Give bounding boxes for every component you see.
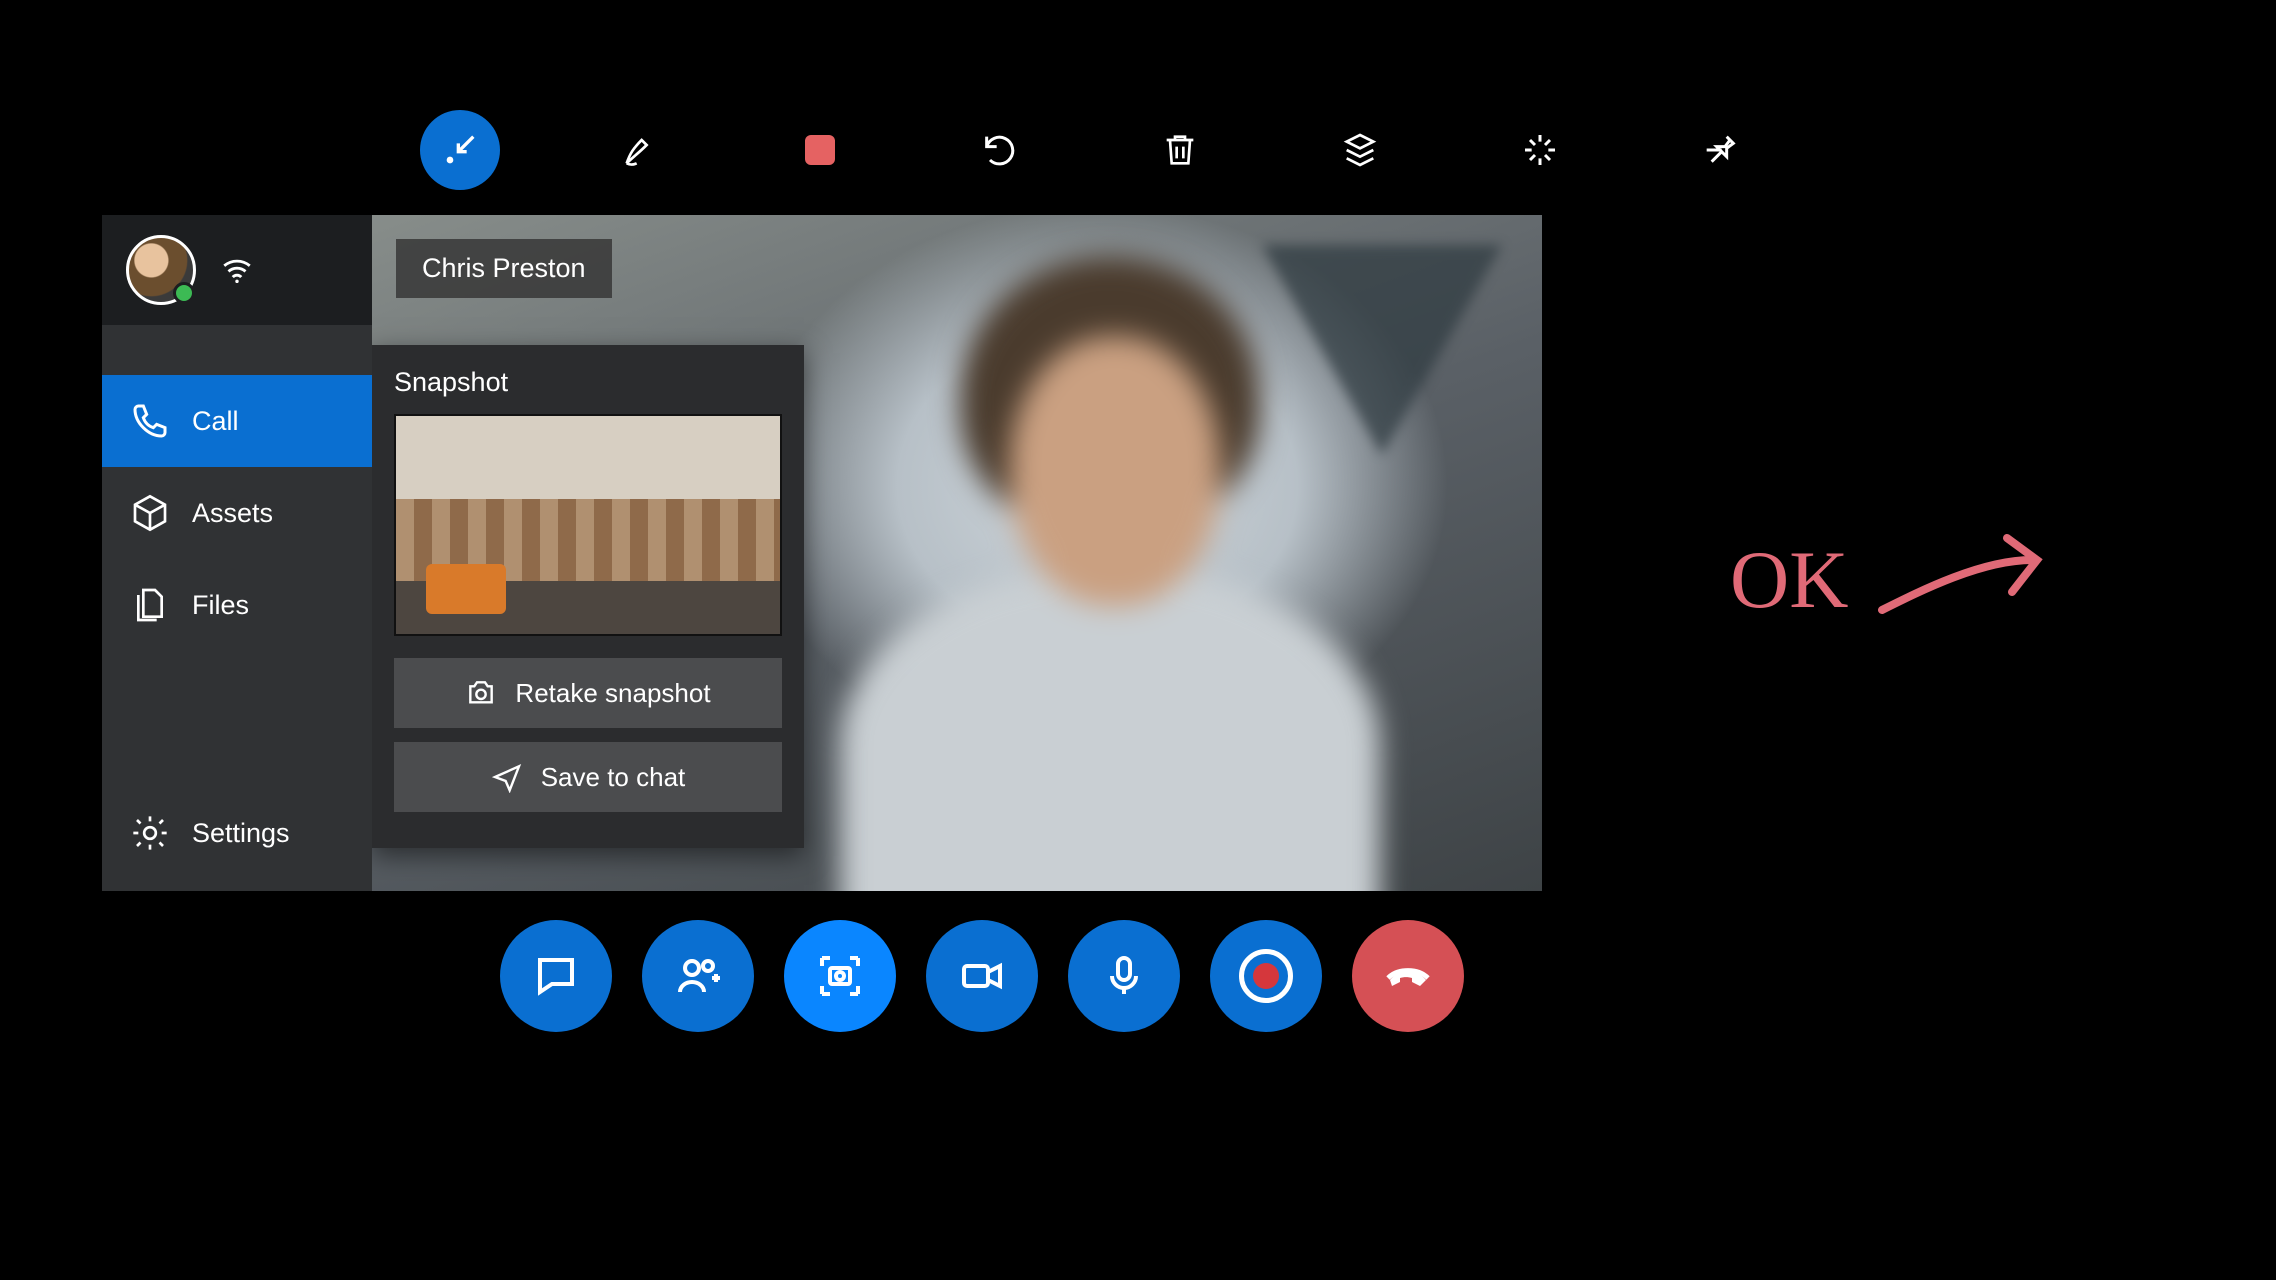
trash-icon xyxy=(1160,130,1200,170)
snapshot-panel: Snapshot Retake snapshot Save to chat xyxy=(372,345,804,848)
files-icon xyxy=(130,585,170,625)
expand-button[interactable] xyxy=(1500,110,1580,190)
video-icon xyxy=(958,952,1006,1000)
stop-recording-icon xyxy=(805,135,835,165)
sidebar-item-call[interactable]: Call xyxy=(102,375,372,467)
video-feed: Chris Preston Snapshot Retake snapshot S… xyxy=(372,215,1542,891)
phone-icon xyxy=(130,401,170,441)
record-icon xyxy=(1239,949,1293,1003)
layers-button[interactable] xyxy=(1320,110,1400,190)
pen-button[interactable] xyxy=(600,110,680,190)
pen-icon xyxy=(620,130,660,170)
package-icon xyxy=(130,493,170,533)
hang-up-icon xyxy=(1384,952,1432,1000)
add-people-button[interactable] xyxy=(642,920,754,1032)
participant-name-tag: Chris Preston xyxy=(396,239,612,298)
retake-snapshot-button[interactable]: Retake snapshot xyxy=(394,658,782,728)
undo-icon xyxy=(980,130,1020,170)
save-to-chat-label: Save to chat xyxy=(541,762,686,793)
ink-text: OK xyxy=(1730,533,1848,627)
mic-icon xyxy=(1100,952,1148,1000)
chat-button[interactable] xyxy=(500,920,612,1032)
snapshot-thumbnail[interactable] xyxy=(394,414,782,636)
undo-button[interactable] xyxy=(960,110,1040,190)
snapshot-title: Snapshot xyxy=(394,367,782,398)
toggle-mic-button[interactable] xyxy=(1068,920,1180,1032)
retake-snapshot-label: Retake snapshot xyxy=(515,678,710,709)
sidebar-item-label: Assets xyxy=(192,498,273,529)
expand-icon xyxy=(1520,130,1560,170)
participant-name: Chris Preston xyxy=(422,253,586,283)
sidebar-item-label: Files xyxy=(192,590,249,621)
gear-icon xyxy=(130,813,170,853)
pin-icon xyxy=(1700,130,1740,170)
call-controls xyxy=(500,920,1464,1032)
sidebar-item-label: Call xyxy=(192,406,239,437)
user-avatar[interactable] xyxy=(126,235,196,305)
remote-participant xyxy=(840,256,1380,891)
sidebar-item-files[interactable]: Files xyxy=(102,559,372,651)
camera-retake-icon xyxy=(465,677,497,709)
stop-recording-button[interactable] xyxy=(780,110,860,190)
toggle-video-button[interactable] xyxy=(926,920,1038,1032)
chat-icon xyxy=(532,952,580,1000)
sidebar-nav: Call Assets Files Settings xyxy=(102,325,372,891)
take-snapshot-button[interactable] xyxy=(784,920,896,1032)
presence-indicator xyxy=(173,282,195,304)
send-icon xyxy=(491,761,523,793)
sidebar: Call Assets Files Settings xyxy=(102,215,372,891)
ink-arrow-icon xyxy=(1872,520,2052,640)
save-to-chat-button[interactable]: Save to chat xyxy=(394,742,782,812)
collapse-arrows-button[interactable] xyxy=(420,110,500,190)
record-button[interactable] xyxy=(1210,920,1322,1032)
annotation-toolbar xyxy=(420,110,1760,190)
trash-button[interactable] xyxy=(1140,110,1220,190)
sidebar-header xyxy=(102,215,372,325)
camera-snap-icon xyxy=(816,952,864,1000)
ink-annotation: OK xyxy=(1730,520,2052,640)
wifi-icon xyxy=(220,253,254,287)
sidebar-item-assets[interactable]: Assets xyxy=(102,467,372,559)
hang-up-button[interactable] xyxy=(1352,920,1464,1032)
layers-icon xyxy=(1340,130,1380,170)
sidebar-item-label: Settings xyxy=(192,818,290,849)
remote-assist-window: Call Assets Files Settings xyxy=(102,215,1542,891)
add-people-icon xyxy=(674,952,722,1000)
collapse-arrows-icon xyxy=(440,130,480,170)
pin-button[interactable] xyxy=(1680,110,1760,190)
sidebar-item-settings[interactable]: Settings xyxy=(102,787,372,879)
